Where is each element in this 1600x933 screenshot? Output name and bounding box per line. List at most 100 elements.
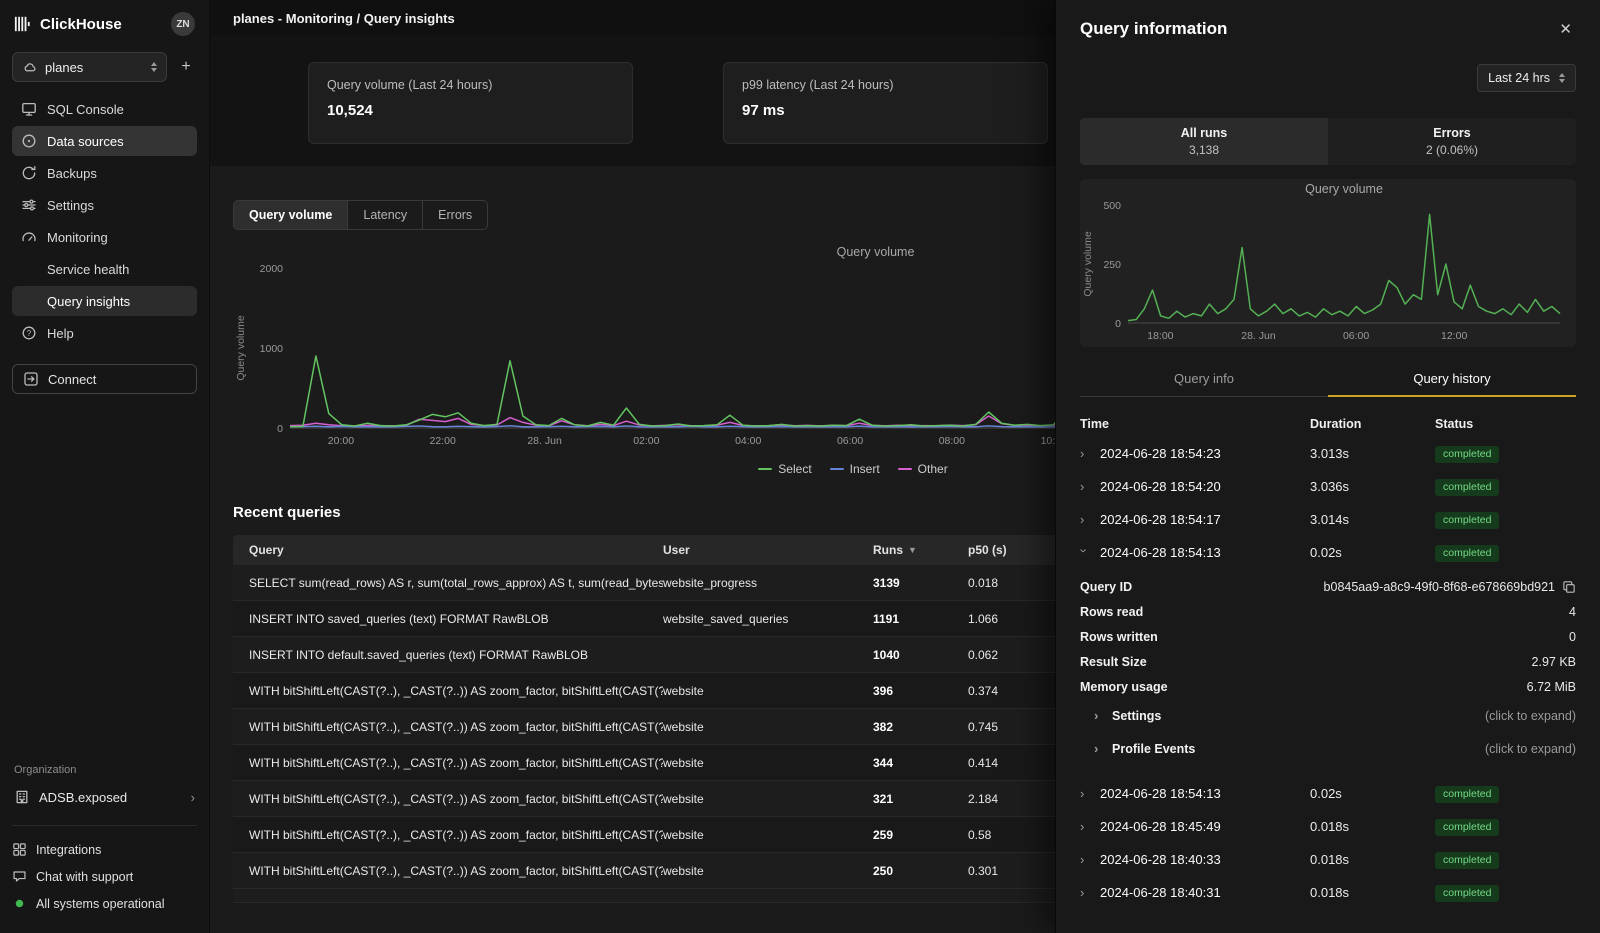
system-status-row[interactable]: All systems operational — [12, 890, 197, 917]
legend-label: Other — [918, 462, 948, 476]
sidebar-item-help[interactable]: ? Help — [12, 318, 197, 348]
detail-row[interactable]: ›Settings(click to expand) — [1080, 699, 1576, 732]
sidebar-item-backups[interactable]: Backups — [12, 158, 197, 188]
column-header-user: User — [663, 543, 873, 557]
detail-label-text: Rows read — [1080, 605, 1143, 619]
tab-errors-count[interactable]: Errors 2 (0.06%) — [1328, 118, 1576, 165]
breadcrumb: planes - Monitoring / Query insights — [233, 11, 455, 26]
chevron-right-icon[interactable]: › — [1094, 742, 1102, 755]
chevron-down-icon[interactable]: › — [1078, 549, 1091, 557]
sidebar-item-chat-support[interactable]: Chat with support — [12, 863, 197, 890]
query-cell: WITH bitShiftLeft(CAST(?..), _CAST(?..))… — [233, 720, 663, 734]
time-range-select[interactable]: Last 24 hrs — [1477, 64, 1576, 92]
detail-value-text: 6.72 MiB — [1527, 680, 1576, 694]
history-time: 2024-06-28 18:45:49 — [1100, 819, 1221, 834]
tab-all-runs[interactable]: All runs 3,138 — [1080, 118, 1328, 165]
sidebar-item-label: Data sources — [47, 134, 124, 149]
footer-item-label: Integrations — [36, 843, 101, 857]
detail-row: Rows read4 — [1080, 599, 1576, 624]
service-selector[interactable]: planes — [12, 52, 167, 82]
organization-row[interactable]: ADSB.exposed › — [12, 785, 197, 809]
chevron-right-icon[interactable]: › — [1080, 853, 1088, 866]
sidebar-item-settings[interactable]: Settings — [12, 190, 197, 220]
detail-label-text: Result Size — [1080, 655, 1147, 669]
query-history-row[interactable]: ›2024-06-28 18:54:173.014scompleted — [1080, 503, 1576, 536]
svg-text:2000: 2000 — [260, 263, 284, 275]
history-time: 2024-06-28 18:40:33 — [1100, 852, 1221, 867]
chevron-right-icon[interactable]: › — [1080, 480, 1088, 493]
legend-item[interactable]: Select — [758, 462, 811, 476]
history-time: 2024-06-28 18:54:23 — [1100, 446, 1221, 461]
chevron-right-icon[interactable]: › — [1080, 513, 1088, 526]
sidebar-item-integrations[interactable]: Integrations — [12, 836, 197, 863]
tab-latency[interactable]: Latency — [348, 201, 423, 229]
service-selector-row: planes + — [12, 52, 197, 82]
history-rows: ›2024-06-28 18:54:233.013scompleted›2024… — [1080, 437, 1576, 765]
status-dot-icon — [12, 896, 27, 911]
column-header-query: Query — [233, 543, 663, 557]
data-sources-icon — [21, 133, 37, 149]
sidebar-item-label: Backups — [47, 166, 97, 181]
organization-icon — [14, 789, 30, 805]
svg-text:06:00: 06:00 — [837, 435, 863, 447]
run-summary-tabs: All runs 3,138 Errors 2 (0.06%) — [1080, 118, 1576, 165]
sidebar-item-query-insights[interactable]: Query insights — [12, 286, 197, 316]
query-history-row[interactable]: ›2024-06-28 18:40:330.018scompleted — [1080, 843, 1576, 876]
detail-row: Result Size 2.97 KB — [1080, 649, 1576, 674]
legend-label: Insert — [850, 462, 880, 476]
status-badge: completed — [1435, 479, 1499, 496]
connect-button[interactable]: Connect — [12, 364, 197, 394]
service-name: planes — [45, 60, 143, 75]
tab-query-info[interactable]: Query info — [1080, 363, 1328, 396]
query-history-row[interactable]: ›2024-06-28 18:40:310.018scompleted — [1080, 876, 1576, 909]
svg-text:Query volume: Query volume — [837, 245, 915, 259]
svg-text:250: 250 — [1103, 259, 1121, 271]
legend-item[interactable]: Insert — [830, 462, 880, 476]
status-badge: completed — [1435, 819, 1499, 836]
tab-query-volume[interactable]: Query volume — [234, 201, 348, 229]
legend-item[interactable]: Other — [898, 462, 948, 476]
stat-value: 10,524 — [327, 102, 614, 119]
sidebar-item-sql-console[interactable]: SQL Console — [12, 94, 197, 124]
chevron-right-icon[interactable]: › — [1080, 886, 1088, 899]
brand-name: ClickHouse — [40, 16, 163, 33]
detail-value-text: 2.97 KB — [1532, 655, 1576, 669]
add-service-button[interactable]: + — [175, 56, 197, 78]
query-history-row[interactable]: ›2024-06-28 18:54:203.036scompleted — [1080, 470, 1576, 503]
tab-errors[interactable]: Errors — [423, 201, 487, 229]
chevron-right-icon[interactable]: › — [1080, 447, 1088, 460]
query-history-row[interactable]: ›2024-06-28 18:54:130.02scompleted — [1080, 536, 1576, 569]
history-duration: 0.018s — [1310, 885, 1435, 900]
column-header-runs[interactable]: Runs ▼ — [873, 543, 968, 557]
cloud-icon — [22, 60, 37, 75]
chevron-right-icon[interactable]: › — [1080, 787, 1088, 800]
tab-query-history[interactable]: Query history — [1328, 363, 1576, 397]
footer-item-label: Chat with support — [36, 870, 133, 884]
avatar[interactable]: ZN — [171, 12, 195, 36]
query-history-row[interactable]: ›2024-06-28 18:54:130.02scompleted — [1080, 777, 1576, 810]
query-details: Query IDb0845aa9-a8c9-49f0-8f68-e678669b… — [1080, 574, 1576, 765]
query-history-row[interactable]: ›2024-06-28 18:54:233.013scompleted — [1080, 437, 1576, 470]
history-duration: 0.018s — [1310, 819, 1435, 834]
close-icon[interactable]: ✕ — [1555, 16, 1576, 42]
runs-cell: 396 — [873, 684, 968, 698]
detail-value-text: (click to expand) — [1485, 742, 1576, 756]
svg-text:Query volume: Query volume — [1305, 182, 1383, 196]
history-time: 2024-06-28 18:54:20 — [1100, 479, 1221, 494]
select-chevrons-icon — [151, 62, 157, 72]
svg-text:08:00: 08:00 — [939, 435, 965, 447]
query-history-row[interactable]: › 2024-06-28 18:45:49 0.018scompleted — [1080, 810, 1576, 843]
sliders-icon — [21, 197, 37, 213]
status-badge: completed — [1435, 512, 1499, 529]
sidebar-item-data-sources[interactable]: Data sources — [12, 126, 197, 156]
copy-icon[interactable] — [1562, 580, 1576, 594]
detail-row[interactable]: ›Profile Events(click to expand) — [1080, 732, 1576, 765]
panel-title: Query information — [1080, 19, 1227, 39]
detail-row: Memory usage6.72 MiB — [1080, 674, 1576, 699]
chevron-right-icon[interactable]: › — [1094, 709, 1102, 722]
chevron-right-icon[interactable]: › — [1080, 820, 1088, 833]
sidebar-item-service-health[interactable]: Service health — [12, 254, 197, 284]
sidebar-item-monitoring[interactable]: Monitoring — [12, 222, 197, 252]
svg-text:04:00: 04:00 — [735, 435, 761, 447]
query-cell: WITH bitShiftLeft(CAST(?..), _CAST(?..))… — [233, 684, 663, 698]
